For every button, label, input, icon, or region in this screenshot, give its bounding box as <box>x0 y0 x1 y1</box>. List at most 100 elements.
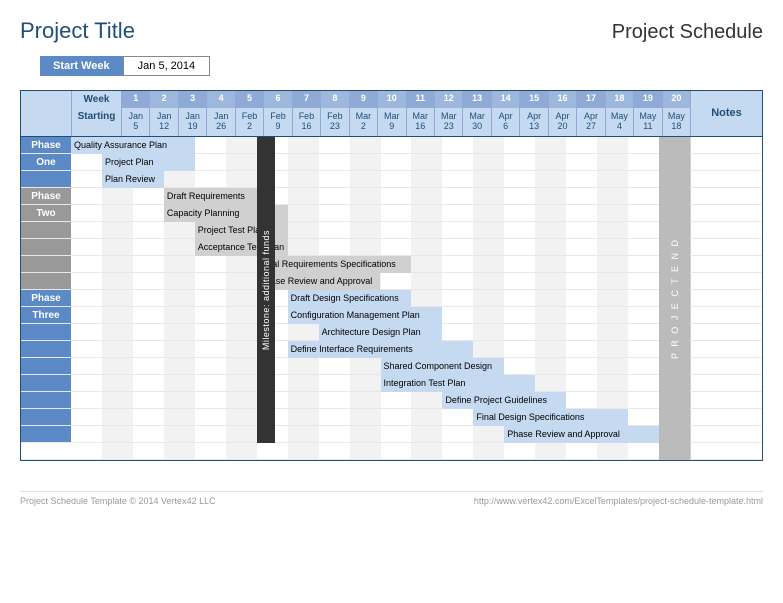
notes-cell[interactable] <box>690 375 762 391</box>
gantt-row: Define Interface Requirements <box>21 341 762 358</box>
week-date: Apr6 <box>491 108 519 136</box>
notes-cell[interactable] <box>690 409 762 425</box>
task-bar[interactable]: Quality Assurance Plan <box>71 137 195 154</box>
task-bar[interactable]: Architecture Design Plan <box>319 324 443 341</box>
week-number: 5 <box>235 91 263 108</box>
task-bar[interactable]: Phase Review and Approval <box>504 426 659 443</box>
task-bar[interactable]: Plan Review <box>102 171 164 188</box>
gantt-row: Phase Review and Approval <box>21 273 762 290</box>
week-number: 9 <box>349 91 377 108</box>
week-date: Mar30 <box>462 108 490 136</box>
week-date: Apr13 <box>519 108 547 136</box>
gantt-row: Phase Draft Design Specifications <box>21 290 762 307</box>
phase-label <box>21 239 71 255</box>
week-date: Mar9 <box>377 108 405 136</box>
phase-label: Phase <box>21 290 71 306</box>
gantt-row: Plan Review <box>21 171 762 188</box>
phase-label: One <box>21 154 71 170</box>
gantt-row: One Project Plan <box>21 154 762 171</box>
notes-cell[interactable] <box>690 137 762 153</box>
gantt-chart: Week1234567891011121314151617181920 Star… <box>20 90 763 461</box>
phase-label <box>21 324 71 340</box>
week-number: 19 <box>633 91 661 108</box>
task-bar[interactable]: Final Design Specifications <box>473 409 628 426</box>
phase-label <box>21 222 71 238</box>
week-date: Feb23 <box>320 108 348 136</box>
week-number: 12 <box>434 91 462 108</box>
week-number: 10 <box>377 91 405 108</box>
week-number: 17 <box>576 91 604 108</box>
phase-label <box>21 341 71 357</box>
week-number: 11 <box>406 91 434 108</box>
notes-cell[interactable] <box>690 154 762 170</box>
gantt-row: Phase Review and Approval <box>21 426 762 443</box>
task-bar[interactable]: Capacity Planning <box>164 205 288 222</box>
task-bar[interactable]: Draft Requirements <box>164 188 257 205</box>
gantt-row: Shared Component Design <box>21 358 762 375</box>
notes-cell[interactable] <box>690 188 762 204</box>
notes-cell[interactable] <box>690 426 762 442</box>
gantt-row: Final Design Specifications <box>21 409 762 426</box>
week-number: 7 <box>292 91 320 108</box>
task-bar[interactable]: Configuration Management Plan <box>288 307 443 324</box>
week-date: Feb9 <box>263 108 291 136</box>
task-bar[interactable]: Shared Component Design <box>381 358 505 375</box>
start-week-value[interactable]: Jan 5, 2014 <box>123 56 211 76</box>
chart-header: Week1234567891011121314151617181920 Star… <box>21 91 762 137</box>
gantt-row: TwoCapacity Planning <box>21 205 762 222</box>
notes-cell[interactable] <box>690 171 762 187</box>
week-number: 4 <box>206 91 234 108</box>
notes-cell[interactable] <box>690 392 762 408</box>
start-week-control: Start Week Jan 5, 2014 <box>40 56 763 76</box>
phase-label <box>21 273 71 289</box>
gantt-row: Architecture Design Plan <box>21 324 762 341</box>
notes-cell[interactable] <box>690 239 762 255</box>
notes-cell[interactable] <box>690 341 762 357</box>
gantt-row: Define Project Guidelines <box>21 392 762 409</box>
week-number: 15 <box>519 91 547 108</box>
footer: Project Schedule Template © 2014 Vertex4… <box>20 491 763 506</box>
week-date: Mar2 <box>349 108 377 136</box>
gantt-row <box>21 443 762 460</box>
phase-label: Phase <box>21 188 71 204</box>
notes-cell[interactable] <box>690 290 762 306</box>
week-date: Feb16 <box>292 108 320 136</box>
task-bar[interactable]: Define Interface Requirements <box>288 341 474 358</box>
notes-cell[interactable] <box>690 222 762 238</box>
starting-label: Starting <box>71 108 121 136</box>
week-number: 18 <box>605 91 633 108</box>
week-date: Feb2 <box>235 108 263 136</box>
gantt-row: Acceptance Test Plan <box>21 239 762 256</box>
notes-cell[interactable] <box>690 358 762 374</box>
week-label: Week <box>71 91 121 108</box>
task-bar[interactable]: Project Test Plan <box>195 222 288 239</box>
task-bar[interactable]: Project Plan <box>102 154 195 171</box>
task-bar[interactable]: Integration Test Plan <box>381 375 536 392</box>
gantt-row: ThreeConfiguration Management Plan <box>21 307 762 324</box>
week-number: 8 <box>320 91 348 108</box>
gantt-row: Final Requirements Specifications <box>21 256 762 273</box>
page-subtitle: Project Schedule <box>612 21 763 44</box>
task-bar[interactable]: Draft Design Specifications <box>288 290 412 307</box>
week-date: Mar16 <box>406 108 434 136</box>
gantt-row: PhaseQuality Assurance Plan <box>21 137 762 154</box>
notes-cell[interactable] <box>690 256 762 272</box>
notes-cell[interactable] <box>690 307 762 323</box>
week-date: May4 <box>605 108 633 136</box>
notes-cell[interactable] <box>690 324 762 340</box>
task-bar[interactable]: Acceptance Test Plan <box>195 239 288 256</box>
week-number: 2 <box>149 91 177 108</box>
start-week-label: Start Week <box>40 56 123 76</box>
notes-header: Notes <box>690 91 762 136</box>
notes-cell[interactable] <box>690 273 762 289</box>
gantt-row: Integration Test Plan <box>21 375 762 392</box>
task-bar[interactable]: Final Requirements Specifications <box>257 256 412 273</box>
notes-cell[interactable] <box>690 205 762 221</box>
week-number: 1 <box>121 91 149 108</box>
week-date: Apr27 <box>576 108 604 136</box>
phase-label <box>21 358 71 374</box>
task-bar[interactable]: Phase Review and Approval <box>257 273 381 290</box>
week-number: 13 <box>462 91 490 108</box>
week-date: Jan26 <box>206 108 234 136</box>
task-bar[interactable]: Define Project Guidelines <box>442 392 566 409</box>
